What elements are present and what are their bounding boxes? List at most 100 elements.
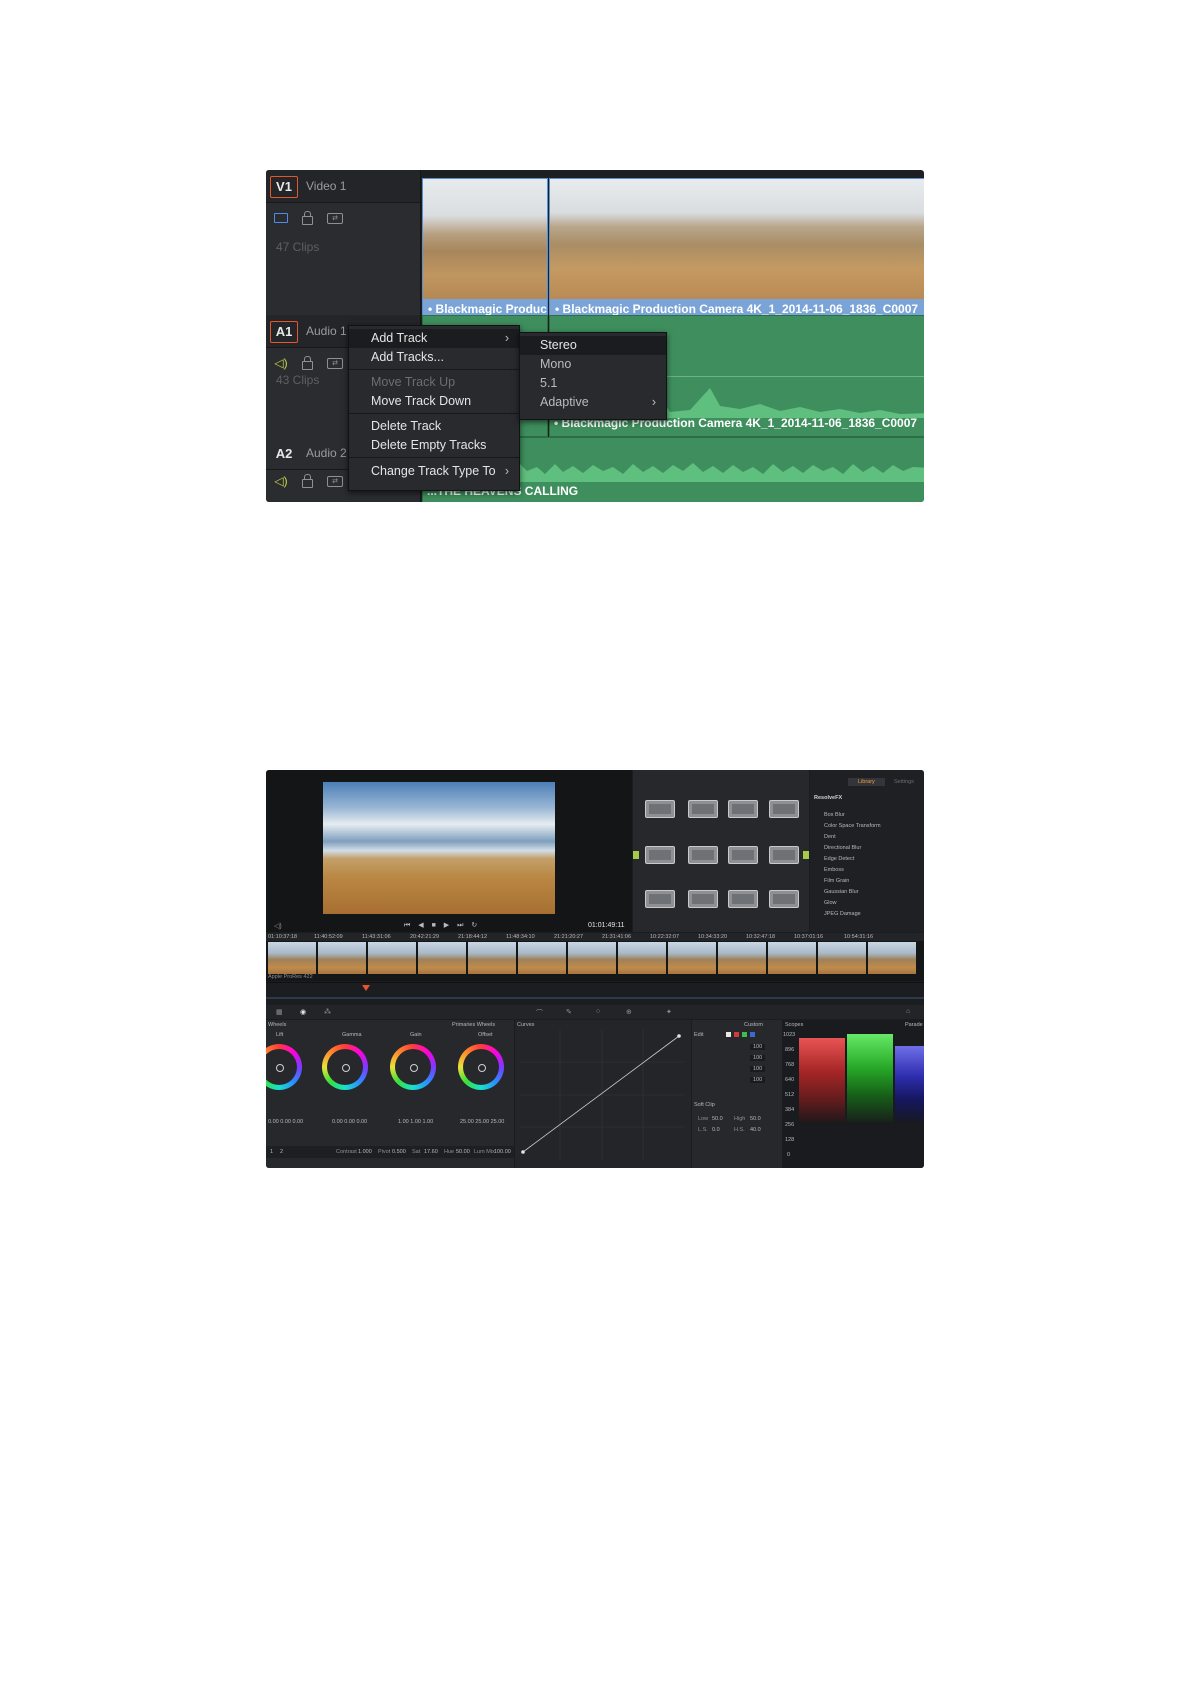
- speaker-icon[interactable]: ◁): [274, 475, 288, 487]
- fx-item[interactable]: Emboss: [824, 867, 844, 873]
- wheel-handle[interactable]: [342, 1064, 350, 1072]
- contrast-field[interactable]: 1.000: [358, 1149, 372, 1155]
- fx-item[interactable]: Box Blur: [824, 812, 845, 818]
- color-wheels-icon[interactable]: ◉: [300, 1008, 306, 1016]
- fx-item[interactable]: Edge Detect: [824, 856, 854, 862]
- submenu-item-stereo[interactable]: Stereo: [520, 336, 666, 355]
- menu-item-delete-track[interactable]: Delete Track: [349, 417, 519, 436]
- clip-thumbnail[interactable]: [418, 942, 466, 974]
- page-indicator[interactable]: 1: [270, 1149, 273, 1155]
- channel-y-icon[interactable]: [726, 1032, 731, 1037]
- user-icon[interactable]: ⌂: [906, 1008, 910, 1015]
- node[interactable]: [645, 846, 675, 864]
- qualifier-icon[interactable]: ✎: [566, 1008, 572, 1016]
- menu-item-move-track-down[interactable]: Move Track Down: [349, 392, 519, 411]
- clip-thumbnail[interactable]: [318, 942, 366, 974]
- auto-select-icon[interactable]: ⇄: [327, 475, 343, 487]
- submenu-item-5-1[interactable]: 5.1: [520, 374, 666, 393]
- node[interactable]: [688, 846, 718, 864]
- channel-red-icon[interactable]: [734, 1032, 739, 1037]
- fx-item[interactable]: Gaussian Blur: [824, 889, 859, 895]
- tracker-icon[interactable]: ⊕: [626, 1008, 632, 1016]
- magic-mask-icon[interactable]: ✦: [666, 1008, 672, 1016]
- node[interactable]: [728, 846, 758, 864]
- node[interactable]: [728, 800, 758, 818]
- custom-value[interactable]: 100: [750, 1055, 766, 1061]
- custom-value[interactable]: 100: [750, 1066, 766, 1072]
- fx-item[interactable]: Color Space Transform: [824, 823, 881, 829]
- node[interactable]: [769, 890, 799, 908]
- node[interactable]: [688, 800, 718, 818]
- lock-icon[interactable]: [302, 473, 313, 488]
- tab-library[interactable]: Library: [848, 778, 885, 786]
- clip-thumbnail[interactable]: [868, 942, 916, 974]
- panel-mode[interactable]: Primaries Wheels: [452, 1022, 495, 1028]
- soft-clip-high[interactable]: 50.0: [750, 1116, 761, 1122]
- lock-icon[interactable]: [302, 355, 313, 370]
- sat-field[interactable]: 17.60: [424, 1149, 438, 1155]
- fx-item[interactable]: Dent: [824, 834, 836, 840]
- custom-value[interactable]: 100: [750, 1044, 766, 1050]
- clip-thumbnail[interactable]: [568, 942, 616, 974]
- window-icon[interactable]: ○: [596, 1008, 600, 1015]
- channel-blue-icon[interactable]: [750, 1032, 755, 1037]
- audio-icon[interactable]: ◁): [274, 922, 282, 930]
- fx-item[interactable]: JPEG Damage: [824, 911, 861, 917]
- node[interactable]: [645, 890, 675, 908]
- lift-wheel[interactable]: [266, 1044, 302, 1090]
- channel-green-icon[interactable]: [742, 1032, 747, 1037]
- soft-clip-ls[interactable]: 0.0: [712, 1127, 720, 1133]
- curve-graph[interactable]: [519, 1030, 685, 1160]
- node[interactable]: [688, 890, 718, 908]
- offset-wheel[interactable]: [458, 1044, 504, 1090]
- menu-item-add-tracks[interactable]: Add Tracks...: [349, 348, 519, 367]
- auto-select-icon[interactable]: ⇄: [327, 212, 343, 224]
- clip-thumbnail[interactable]: [268, 942, 316, 974]
- scope-mode[interactable]: Parade: [905, 1022, 923, 1028]
- pivot-field[interactable]: 0.500: [392, 1149, 406, 1155]
- wheel-handle[interactable]: [478, 1064, 486, 1072]
- lum-mix-field[interactable]: 100.00: [494, 1149, 511, 1155]
- soft-clip-hs[interactable]: 40.0: [750, 1127, 761, 1133]
- menu-item-delete-empty-tracks[interactable]: Delete Empty Tracks: [349, 436, 519, 455]
- clip-thumbnail[interactable]: [768, 942, 816, 974]
- playhead-icon[interactable]: [362, 985, 370, 991]
- camera-raw-icon[interactable]: ▦: [276, 1008, 283, 1016]
- menu-item-change-track-type[interactable]: Change Track Type To ›: [349, 462, 519, 481]
- fx-item[interactable]: Directional Blur: [824, 845, 861, 851]
- gamma-wheel[interactable]: [322, 1044, 368, 1090]
- node[interactable]: [645, 800, 675, 818]
- submenu-item-adaptive[interactable]: Adaptive ›: [520, 393, 666, 412]
- menu-item-add-track[interactable]: Add Track ›: [349, 329, 519, 348]
- page-indicator[interactable]: 2: [280, 1149, 283, 1155]
- custom-value[interactable]: 100: [750, 1077, 766, 1083]
- gain-wheel[interactable]: [390, 1044, 436, 1090]
- clip-thumbnail[interactable]: [818, 942, 866, 974]
- tab-settings[interactable]: Settings: [894, 779, 914, 785]
- clip-thumbnail[interactable]: [368, 942, 416, 974]
- custom-mode[interactable]: Custom: [744, 1022, 763, 1028]
- clip-thumbnail[interactable]: [618, 942, 666, 974]
- node[interactable]: [728, 890, 758, 908]
- video-clip[interactable]: • Blackmagic Production Camera 4K_1_2014…: [549, 178, 924, 320]
- monitor-icon[interactable]: [274, 213, 288, 223]
- video-clip[interactable]: • Blackmagic Product...: [422, 178, 548, 320]
- wheel-handle[interactable]: [276, 1064, 284, 1072]
- fx-item[interactable]: Film Grain: [824, 878, 849, 884]
- rgb-mixer-icon[interactable]: ⁂: [324, 1008, 331, 1016]
- auto-select-icon[interactable]: ⇄: [327, 357, 343, 369]
- curves-icon[interactable]: ⌒: [536, 1008, 543, 1018]
- lock-icon[interactable]: [302, 210, 313, 225]
- node[interactable]: [769, 846, 799, 864]
- clip-thumbnail[interactable]: [668, 942, 716, 974]
- hue-field[interactable]: 50.00: [456, 1149, 470, 1155]
- speaker-icon[interactable]: ◁): [274, 357, 288, 369]
- clip-thumbnail[interactable]: [518, 942, 566, 974]
- node[interactable]: [769, 800, 799, 818]
- clip-thumbnail[interactable]: [468, 942, 516, 974]
- fx-item[interactable]: Glow: [824, 900, 837, 906]
- clip-thumbnail[interactable]: [718, 942, 766, 974]
- wheel-handle[interactable]: [410, 1064, 418, 1072]
- soft-clip-low[interactable]: 50.0: [712, 1116, 723, 1122]
- track-header-v1[interactable]: V1 Video 1 ⇄ 47 Clips: [266, 170, 420, 316]
